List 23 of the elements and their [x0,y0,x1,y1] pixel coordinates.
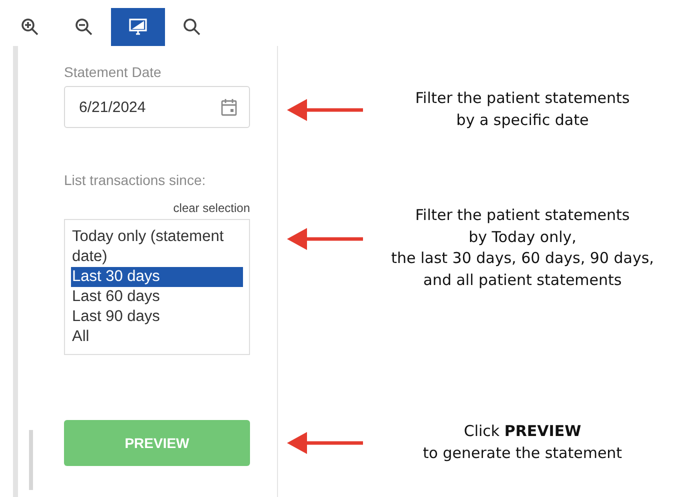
toolbar-button[interactable] [111,8,165,46]
annotation-text: Click PREVIEW to generate the statement [422,421,624,464]
monitor-icon [129,18,147,36]
list-option[interactable]: All [71,327,243,347]
zoom-out-icon [75,18,93,36]
arrow-icon [287,226,365,252]
list-option[interactable]: Today only (statement date) [71,227,243,267]
zoom-in-icon [21,18,39,36]
calendar-icon [221,98,237,116]
annotation-text: Filter the patient statements by a specific date [414,88,631,130]
list-option[interactable]: Last 30 days [71,267,243,287]
list-option[interactable]: Last 90 days [71,307,243,327]
arrow-icon [287,96,365,122]
scrollbar-thumb[interactable] [29,430,33,490]
options-listbox[interactable]: Today only (statement date) Last 30 days Last 60 days Last 90 days All [64,219,250,355]
clear-selection-link[interactable]: clear selection [173,201,250,215]
search-icon [183,18,201,36]
list-option[interactable]: Last 60 days [71,287,243,307]
arrow-icon [287,430,365,456]
date-field[interactable]: 6/21/2024 [64,86,250,128]
field-label: Statement Date [64,64,162,80]
field-label: List transactions since: [64,172,207,188]
annotation-text: Filter the patient statements by Today only, the last 30 days, 60 days, 90 days, and all patient statements [390,205,655,290]
